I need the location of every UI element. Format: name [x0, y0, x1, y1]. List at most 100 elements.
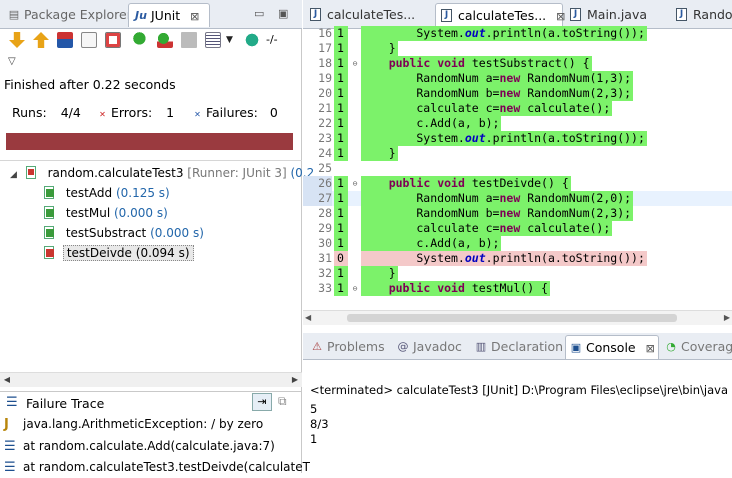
collapse-icon[interactable]: [244, 32, 260, 48]
tab-coverage[interactable]: ◔ Coverag: [661, 335, 732, 359]
java-file-icon: J: [676, 8, 687, 21]
previous-failure-icon[interactable]: [33, 32, 49, 48]
code-text: calculate c=new calculate();: [361, 221, 613, 236]
code-line[interactable]: 30 1 c.Add(a, b);: [303, 236, 732, 251]
scroll-right-icon[interactable]: ▶: [288, 373, 302, 387]
fold-toggle-icon[interactable]: ⊖: [349, 176, 361, 191]
test-node-selected[interactable]: testDeivde (0.094 s): [43, 243, 194, 263]
rerun-failed-first-icon[interactable]: [157, 32, 173, 48]
code-line[interactable]: 26 1 ⊖ public void testDeivde() {: [303, 176, 732, 191]
code-text: calculate c=new calculate();: [361, 101, 613, 116]
line-number: 28: [318, 206, 332, 220]
editor-tab[interactable]: J Randor: [671, 3, 732, 27]
code-line[interactable]: 25: [303, 161, 732, 176]
code-text: public void testSubstract() {: [361, 56, 592, 71]
problems-icon: ⚠: [312, 340, 322, 353]
code-line[interactable]: 20 1 RandomNum b=new RandomNum(2,3);: [303, 86, 732, 101]
javadoc-icon: @: [397, 340, 409, 353]
code-text: public void testDeivde() {: [361, 176, 571, 191]
editor-tab[interactable]: J Main.java: [565, 3, 671, 27]
stack-frame-icon: ☰: [4, 439, 16, 454]
scroll-right-icon[interactable]: ▶: [724, 311, 730, 325]
line-number: 31: [318, 251, 332, 265]
view-menu-icon[interactable]: ▼: [226, 32, 236, 48]
code-text: System.out.println(a.toString());: [361, 251, 647, 266]
view-menu-icon[interactable]: ▽: [8, 56, 16, 67]
editor-tab[interactable]: J calculateTes...: [305, 3, 433, 27]
code-line[interactable]: 31 0 System.out.println(a.toString());: [303, 251, 732, 266]
code-line[interactable]: 29 1 calculate c=new calculate();: [303, 221, 732, 236]
trace-line[interactable]: ☰ at random.calculate.Add(calculate.java:…: [4, 436, 275, 456]
tab-problems[interactable]: ⚠ Problems: [307, 335, 391, 359]
tab-package-explorer[interactable]: ▤ Package Explorer: [2, 3, 132, 27]
tab-javadoc[interactable]: @ Javadoc: [393, 335, 477, 359]
tab-declaration[interactable]: ▥ Declaration: [471, 335, 563, 359]
test-node[interactable]: testMul (0.000 s): [43, 203, 168, 223]
code-line[interactable]: 22 1 c.Add(a, b);: [303, 116, 732, 131]
line-number: 21: [318, 101, 332, 115]
code-line[interactable]: 28 1 RandomNum b=new RandomNum(2,3);: [303, 206, 732, 221]
code-line[interactable]: 16 1 System.out.println(a.toString());: [303, 26, 732, 41]
trace-line[interactable]: Jjava.lang.ArithmeticException: / by zer…: [4, 414, 263, 434]
minimize-icon[interactable]: ▭: [254, 7, 264, 20]
coverage-count: 1: [334, 71, 348, 86]
layout-menu[interactable]: -/-: [266, 32, 290, 48]
collapse-arrow-icon[interactable]: ◢: [10, 170, 17, 180]
show-failures-only-icon[interactable]: [105, 32, 121, 48]
next-failure-icon[interactable]: [9, 32, 25, 48]
test-suite-node[interactable]: ◢ random.calculateTest3 [Runner: JUnit 3…: [10, 163, 314, 183]
scroll-thumb[interactable]: [347, 314, 677, 322]
console-icon: ▣: [570, 341, 582, 354]
scroll-left-icon[interactable]: ◀: [305, 311, 311, 325]
fold-toggle-icon[interactable]: ⊖: [349, 281, 361, 296]
editor-tab-active[interactable]: J calculateTes... ⊠: [435, 3, 565, 27]
coverage-count: 1: [334, 131, 348, 146]
close-icon[interactable]: ⊠: [646, 342, 655, 355]
code-line[interactable]: 23 1 System.out.println(a.toString());: [303, 131, 732, 146]
compare-result-icon[interactable]: ⧉: [278, 394, 287, 409]
relaunch-failed-icon[interactable]: [57, 32, 73, 48]
code-text: System.out.println(a.toString());: [361, 26, 647, 41]
fold-toggle-icon[interactable]: ⊖: [349, 56, 361, 71]
console-output[interactable]: <terminated> calculateTest3 [JUnit] D:\P…: [303, 359, 732, 473]
failures-counter: ✕ Failures: 0: [193, 105, 278, 120]
junit-view: ▤ Package Explorer Ju JUnit ⊠ ▭ ▣ ▼ -/- …: [0, 0, 314, 475]
code-text: RandomNum b=new RandomNum(2,3);: [361, 86, 634, 101]
code-line[interactable]: 21 1 calculate c=new calculate();: [303, 101, 732, 116]
code-area[interactable]: 16 1 System.out.println(a.toString()); 17 1…: [303, 26, 732, 308]
java-file-icon: J: [310, 8, 321, 21]
coverage-count: 0: [334, 251, 348, 266]
test-time: (0.000 s): [114, 206, 168, 220]
tab-console[interactable]: ▣ Console ⊠: [565, 335, 659, 359]
code-line[interactable]: 19 1 RandomNum a=new RandomNum(1,3);: [303, 71, 732, 86]
code-line[interactable]: 17 1 }: [303, 41, 732, 56]
test-node[interactable]: testAdd (0.125 s): [43, 183, 170, 203]
declaration-icon: ▥: [475, 340, 487, 353]
code-line[interactable]: 27 1 RandomNum a=new RandomNum(2,0);: [303, 191, 732, 206]
tab-junit[interactable]: Ju JUnit ⊠: [128, 3, 210, 27]
test-node[interactable]: testSubstract (0.000 s): [43, 223, 204, 243]
tree-horizontal-scrollbar[interactable]: ◀ ▶: [0, 372, 302, 387]
editor-horizontal-scrollbar[interactable]: ◀ ▶: [303, 310, 732, 325]
maximize-icon[interactable]: ▣: [278, 7, 288, 20]
code-text: System.out.println(a.toString());: [361, 131, 647, 146]
trace-line[interactable]: ☰ at random.calculateTest3.testDeivde(cal…: [4, 457, 310, 477]
stop-icon[interactable]: [181, 32, 197, 48]
code-line[interactable]: 18 1 ⊖ public void testSubstract() {: [303, 56, 732, 71]
failure-trace-header: ☰ Failure Trace ⇥ ⧉: [0, 391, 302, 414]
rerun-test-icon[interactable]: [133, 32, 149, 48]
failures-value: 0: [269, 105, 278, 120]
coverage-count: 1: [334, 281, 348, 296]
scroll-lock-icon[interactable]: [81, 32, 97, 48]
code-line[interactable]: 32 1 }: [303, 266, 732, 281]
scroll-left-icon[interactable]: ◀: [0, 373, 14, 387]
terminated-line: <terminated> calculateTest3 [JUnit] D:\P…: [310, 383, 728, 397]
test-pass-icon: [43, 186, 57, 200]
close-icon[interactable]: ⊠: [556, 10, 565, 23]
filter-stack-icon[interactable]: ⇥: [252, 393, 272, 411]
line-number: 29: [318, 221, 332, 235]
code-line[interactable]: 24 1 }: [303, 146, 732, 161]
test-run-history-icon[interactable]: [205, 32, 221, 48]
code-line[interactable]: 33 1 ⊖ public void testMul() {: [303, 281, 732, 296]
close-icon[interactable]: ⊠: [190, 10, 199, 23]
